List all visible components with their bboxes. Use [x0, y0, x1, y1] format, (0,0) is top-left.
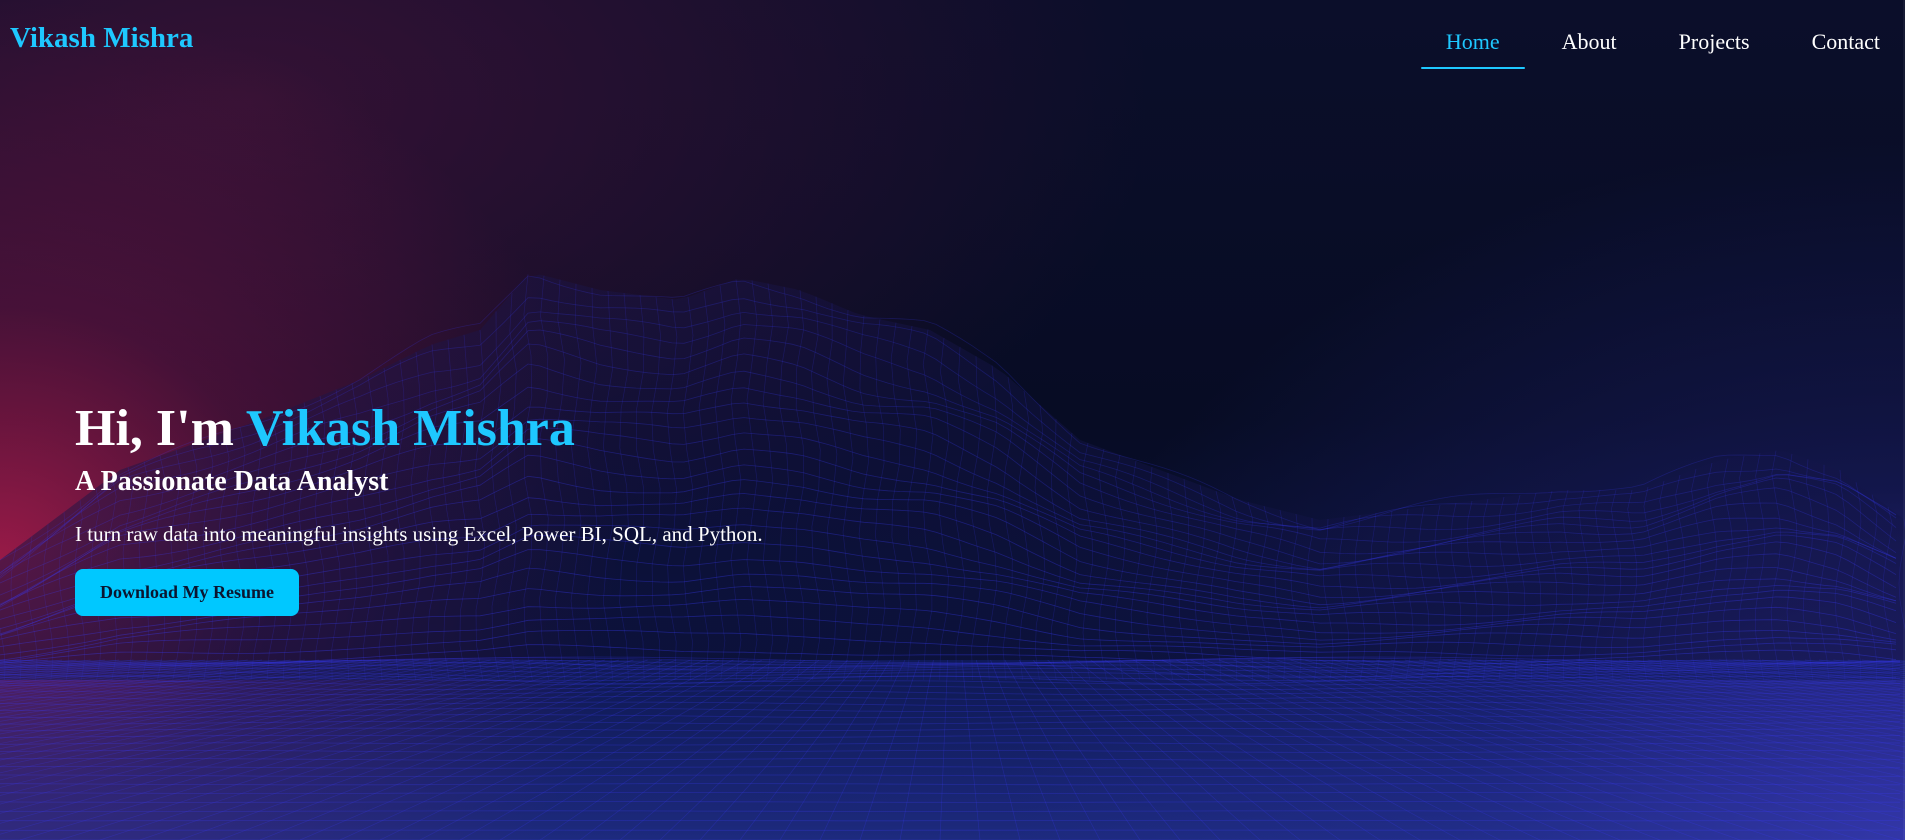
download-resume-button[interactable]: Download My Resume — [75, 569, 299, 616]
hero-title: Hi, I'm Vikash Mishra — [75, 396, 763, 462]
hero-name: Vikash Mishra — [245, 400, 575, 457]
hero-subtitle: A Passionate Data Analyst — [75, 466, 389, 497]
nav-links: Home About Projects Contact — [1409, 16, 1905, 69]
nav-link-about[interactable]: About — [1537, 19, 1642, 65]
nav-link-projects[interactable]: Projects — [1654, 19, 1775, 65]
nav-link-home[interactable]: Home — [1420, 19, 1525, 69]
floor-grid-line — [0, 819, 1900, 822]
hero-section: Hi, I'm Vikash Mishra A Passionate Data … — [75, 396, 763, 616]
site-logo[interactable]: Vikash Mishra — [10, 22, 193, 55]
hero-greeting: Hi, I'm — [75, 400, 234, 457]
hero-description: I turn raw data into meaningful insights… — [75, 522, 763, 546]
page: Vikash Mishra Home About Projects Contac… — [0, 0, 1905, 840]
navbar: Vikash Mishra Home About Projects Contac… — [0, 0, 1905, 84]
nav-link-contact[interactable]: Contact — [1787, 19, 1905, 65]
